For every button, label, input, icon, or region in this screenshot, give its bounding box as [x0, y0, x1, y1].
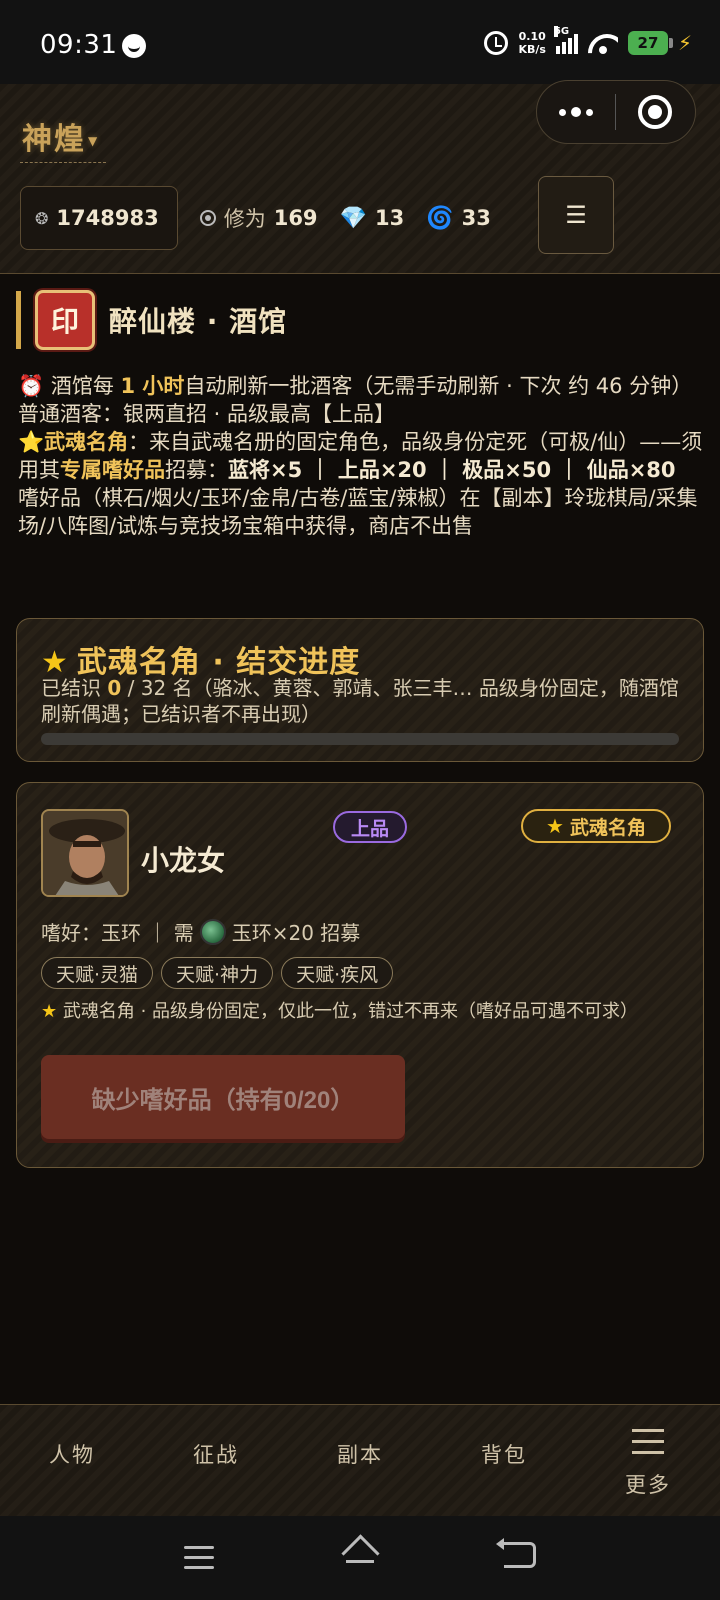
refresh-info: ⏰ 酒馆每 1 小时自动刷新一批酒客（无需手动刷新 · 下次 约 46 分钟） — [18, 374, 693, 398]
star-icon: ★ — [546, 814, 564, 838]
status-icons: 0.10 KB/s 5G 27 ⚡ — [484, 26, 692, 56]
hamburger-icon: ☰ — [565, 201, 587, 229]
avatar — [41, 809, 129, 897]
star-icon: ★ — [41, 1001, 63, 1022]
progress-description: 已结识 0 / 32 名（骆冰、黄蓉、郭靖、张三丰… 品级身份固定，随酒馆刷新偶… — [41, 676, 679, 726]
xiuwei-stat: 修为 169 — [199, 203, 318, 233]
jade-ring-icon — [199, 918, 226, 945]
section-header: 印 醉仙楼 · 酒馆 — [16, 290, 287, 350]
divider — [20, 162, 106, 163]
hobby-item-info: 嗜好品（棋石/烟火/玉环/金帛/古卷/蓝宝/辣椒）在【副本】玲珑棋局/采集场/八… — [18, 486, 698, 538]
title-accent-bar — [16, 291, 21, 349]
target-icon — [638, 95, 673, 129]
swirl-stat: 🌀 33 — [426, 206, 491, 231]
xiuwei-value: 169 — [273, 206, 318, 230]
tab-bag[interactable]: 背包 — [432, 1405, 576, 1516]
befriend-progress-card: ★ 武魂名角 · 结交进度 已结识 0 / 32 名（骆冰、黄蓉、郭靖、张三丰… … — [16, 618, 704, 762]
gem-stat: 💎 13 — [340, 206, 405, 231]
swirl-icon: 🌀 — [426, 205, 454, 231]
talent-tag: 天赋·神力 — [161, 957, 274, 989]
rank-badge: 上品 — [333, 811, 407, 843]
tab-dungeon[interactable]: 副本 — [288, 1405, 432, 1516]
recent-apps-icon[interactable] — [184, 1546, 214, 1576]
known-count: 0 — [107, 676, 122, 700]
coin-icon: ❂ — [35, 208, 49, 228]
bottom-tab-bar: 人物 征战 副本 背包 更多 — [0, 1404, 720, 1516]
silver-value: 1748983 — [56, 206, 159, 230]
talent-tag: 天赋·疾风 — [281, 957, 394, 989]
cell-signal-icon: 5G — [553, 26, 578, 54]
caret-down-icon: ▼ — [88, 134, 100, 148]
resource-bar: ❂ 1748983 修为 169 💎 13 🌀 33 — [20, 186, 491, 250]
tab-battle[interactable]: 征战 — [144, 1405, 288, 1516]
more-options-button[interactable] — [537, 80, 615, 144]
tab-character[interactable]: 人物 — [0, 1405, 144, 1516]
server-name: 神煌 — [22, 122, 86, 157]
back-icon[interactable] — [496, 1538, 536, 1568]
tab-more[interactable]: 更多 — [576, 1405, 720, 1516]
gem-value: 13 — [374, 206, 405, 230]
page-title: 醉仙楼 · 酒馆 — [109, 305, 288, 338]
menu-button[interactable]: ☰ — [538, 176, 614, 254]
recruit-button[interactable]: 缺少嗜好品（持有0/20） — [41, 1055, 405, 1139]
notification-icon — [122, 34, 146, 58]
miniprogram-capsule — [536, 80, 696, 144]
hamburger-icon — [632, 1429, 664, 1455]
wifi-icon — [588, 32, 618, 54]
talent-list: 天赋·灵猫 天赋·神力 天赋·疾风 — [41, 957, 394, 989]
swirl-value: 33 — [461, 206, 491, 230]
battery-icon: 27 — [627, 31, 673, 55]
status-time: 09:31 — [40, 30, 118, 60]
charging-icon: ⚡ — [677, 31, 692, 55]
status-bar: 09:31 0.10 KB/s 5G 27 ⚡ — [0, 0, 720, 84]
famous-role-badge: ★ 武魂名角 — [521, 809, 671, 843]
progress-bar — [41, 733, 679, 745]
net-speed: 0.10 KB/s — [518, 30, 546, 56]
character-card: 小龙女 上品 ★ 武魂名角 嗜好：玉环 ｜ 需 玉环×20 招募 天赋·灵猫 天赋… — [16, 782, 704, 1168]
seal-icon: 印 — [35, 290, 95, 350]
famous-guest-info: ⭐武魂名角：来自武魂名册的固定角色，品级身份定死（可极/仙）——须用其专属嗜好品… — [18, 430, 703, 482]
close-miniprogram-button[interactable] — [616, 80, 696, 144]
xiuwei-label: 修为 — [223, 207, 266, 231]
app-header: 神煌 ▼ ❂ 1748983 修为 169 💎 13 🌀 33 ☰ — [0, 80, 720, 274]
cultivation-icon — [199, 210, 216, 226]
character-name: 小龙女 — [141, 844, 226, 877]
silver-balance[interactable]: ❂ 1748983 — [20, 186, 178, 250]
character-note: ★ 武魂名角 · 品级身份固定，仅此一位，错过不再来（嗜好品可遇不可求） — [41, 1001, 639, 1022]
normal-guest-info: 普通酒客：银两直招 · 品级最高【上品】 — [18, 402, 396, 426]
system-nav-bar — [0, 1516, 720, 1600]
home-icon[interactable] — [342, 1540, 378, 1570]
tavern-info: ⏰ 酒馆每 1 小时自动刷新一批酒客（无需手动刷新 · 下次 约 46 分钟） … — [18, 372, 708, 540]
portrait-image — [43, 811, 127, 895]
signal-type: 5G — [553, 26, 570, 37]
alarm-icon — [484, 31, 509, 55]
server-selector[interactable]: 神煌 ▼ — [22, 114, 99, 158]
diamond-icon: 💎 — [339, 205, 367, 231]
talent-tag: 天赋·灵猫 — [41, 957, 154, 989]
hobby-requirement: 嗜好：玉环 ｜ 需 玉环×20 招募 — [41, 917, 360, 946]
